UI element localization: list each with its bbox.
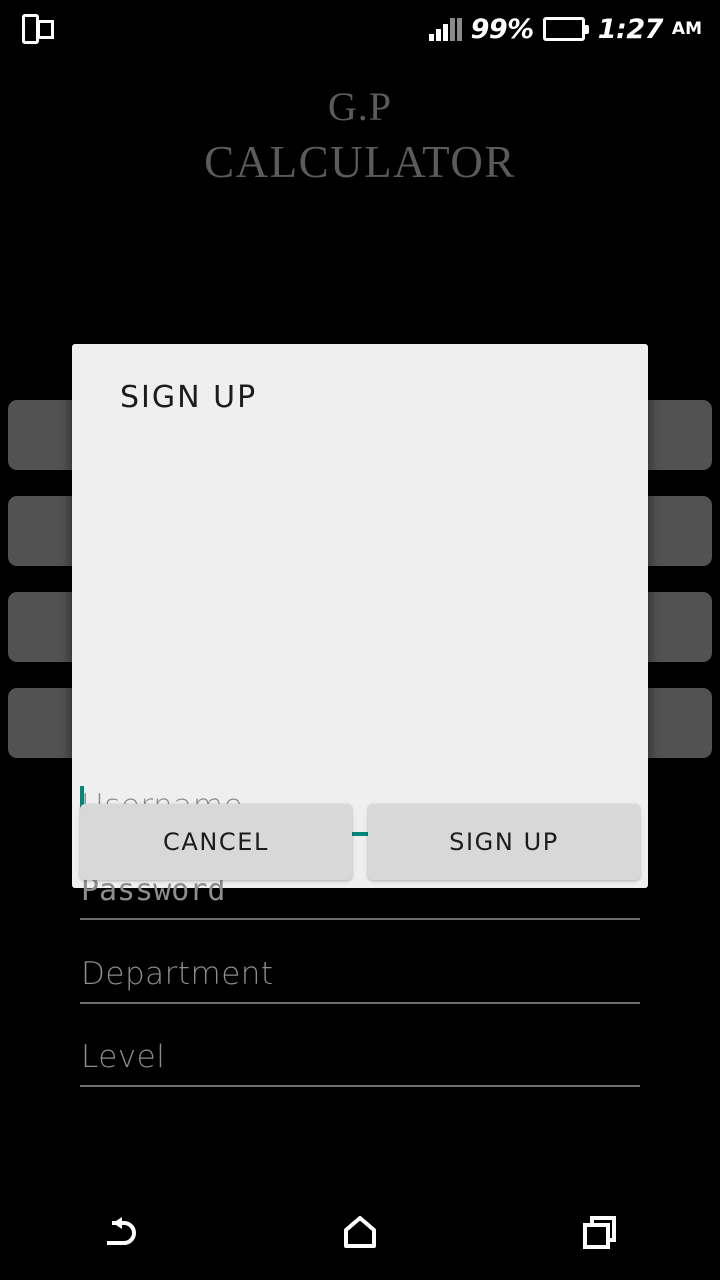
back-icon bbox=[97, 1212, 143, 1252]
status-bar-left bbox=[20, 14, 54, 44]
signup-dialog: SIGN UP Username Password Department Lev… bbox=[72, 344, 648, 1087]
status-bar: 99% 1:27 AM bbox=[0, 0, 720, 58]
screen-mirror-icon bbox=[20, 14, 54, 44]
battery-percent-label: 99% bbox=[470, 13, 535, 45]
department-field[interactable]: Department bbox=[80, 942, 640, 1004]
home-icon bbox=[338, 1212, 382, 1252]
level-underline bbox=[80, 1085, 640, 1087]
dialog-button-row: CANCEL SIGN UP bbox=[80, 804, 640, 880]
navigation-bar bbox=[0, 1184, 720, 1280]
dialog-title: SIGN UP bbox=[120, 380, 258, 415]
level-placeholder: Level bbox=[81, 1039, 166, 1075]
recents-button[interactable] bbox=[480, 1184, 720, 1280]
signal-bars-icon bbox=[428, 17, 462, 41]
battery-full-icon bbox=[542, 17, 589, 41]
app-title-line-2: CALCULATOR bbox=[204, 137, 516, 187]
app-title-line-1: G.P bbox=[327, 84, 393, 129]
phone-screen: 99% 1:27 AM G.P CALCULATOR SIGN UP Usern… bbox=[0, 0, 720, 1280]
recents-icon bbox=[578, 1212, 622, 1252]
clock-ampm: AM bbox=[671, 19, 702, 39]
level-field[interactable]: Level bbox=[80, 1025, 640, 1087]
app-title: G.P CALCULATOR bbox=[0, 86, 720, 186]
status-bar-right: 99% 1:27 AM bbox=[428, 13, 702, 45]
signup-button[interactable]: SIGN UP bbox=[368, 804, 640, 880]
password-underline bbox=[80, 918, 640, 920]
back-button[interactable] bbox=[0, 1184, 240, 1280]
cancel-button[interactable]: CANCEL bbox=[80, 804, 352, 880]
department-underline bbox=[80, 1002, 640, 1004]
home-button[interactable] bbox=[240, 1184, 480, 1280]
clock-time: 1:27 bbox=[597, 13, 664, 45]
department-placeholder: Department bbox=[81, 956, 274, 992]
